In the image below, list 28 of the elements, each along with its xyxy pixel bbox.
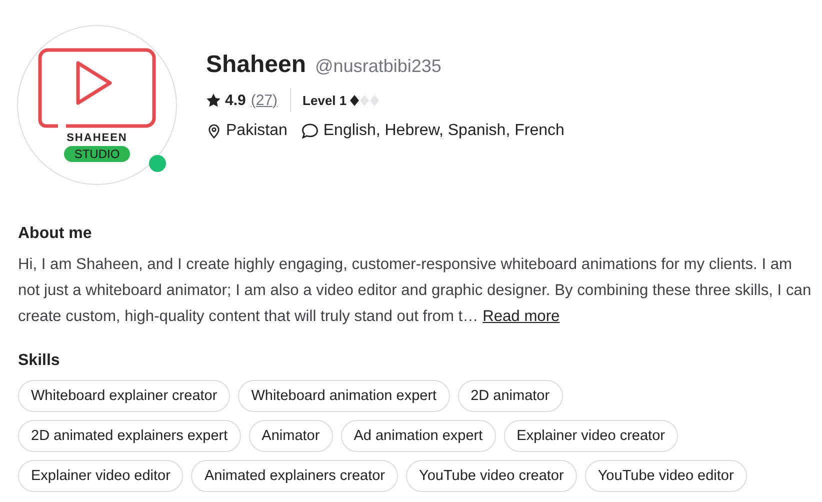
- read-more-link[interactable]: Read more: [482, 308, 560, 325]
- skill-tag[interactable]: 2D animator: [458, 380, 563, 412]
- logo-badge: STUDIO: [64, 146, 130, 162]
- logo-text: SHAHEEN: [66, 132, 128, 144]
- skill-tag[interactable]: Explainer video creator: [504, 420, 678, 452]
- location: Pakistan: [226, 122, 288, 140]
- skill-tag[interactable]: 2D animated explainers expert: [18, 420, 241, 452]
- skill-tag[interactable]: Ad animation expert: [340, 420, 496, 452]
- skill-tag[interactable]: Whiteboard animation expert: [238, 380, 450, 412]
- reviews-link[interactable]: (27): [250, 92, 278, 108]
- languages: English, Hebrew, Spanish, French: [323, 122, 564, 140]
- skill-tag[interactable]: Animated explainers creator: [191, 460, 398, 492]
- skill-tag[interactable]: Animator: [248, 420, 333, 452]
- skill-tag[interactable]: Whiteboard explainer creator: [18, 380, 230, 412]
- skill-tag[interactable]: YouTube video editor: [584, 460, 747, 492]
- rating: 4.9: [225, 92, 246, 108]
- skill-tag[interactable]: YouTube video creator: [406, 460, 577, 492]
- username: @nusratbibi235: [315, 56, 442, 77]
- about-text: Hi, I am Shaheen, and I create highly engaging, customer-responsive whiteboard animations for my clients. I am not just a whiteboard animator; I am also a video editor and graphic designer. By combining these three skills, I can create custom, high-quality content that will truly stand out from t… Read more: [18, 255, 812, 327]
- seller-level: Level 1: [302, 92, 347, 108]
- section-heading: About me: [18, 225, 93, 243]
- section-heading: Skills: [18, 352, 61, 370]
- skill-tag[interactable]: Explainer video editor: [18, 460, 184, 492]
- star-icon: [206, 92, 221, 108]
- speech-bubble-icon: [301, 123, 320, 139]
- location-pin-icon: [206, 123, 222, 139]
- seller-name: Shaheen: [206, 51, 306, 79]
- play-icon: [38, 48, 156, 128]
